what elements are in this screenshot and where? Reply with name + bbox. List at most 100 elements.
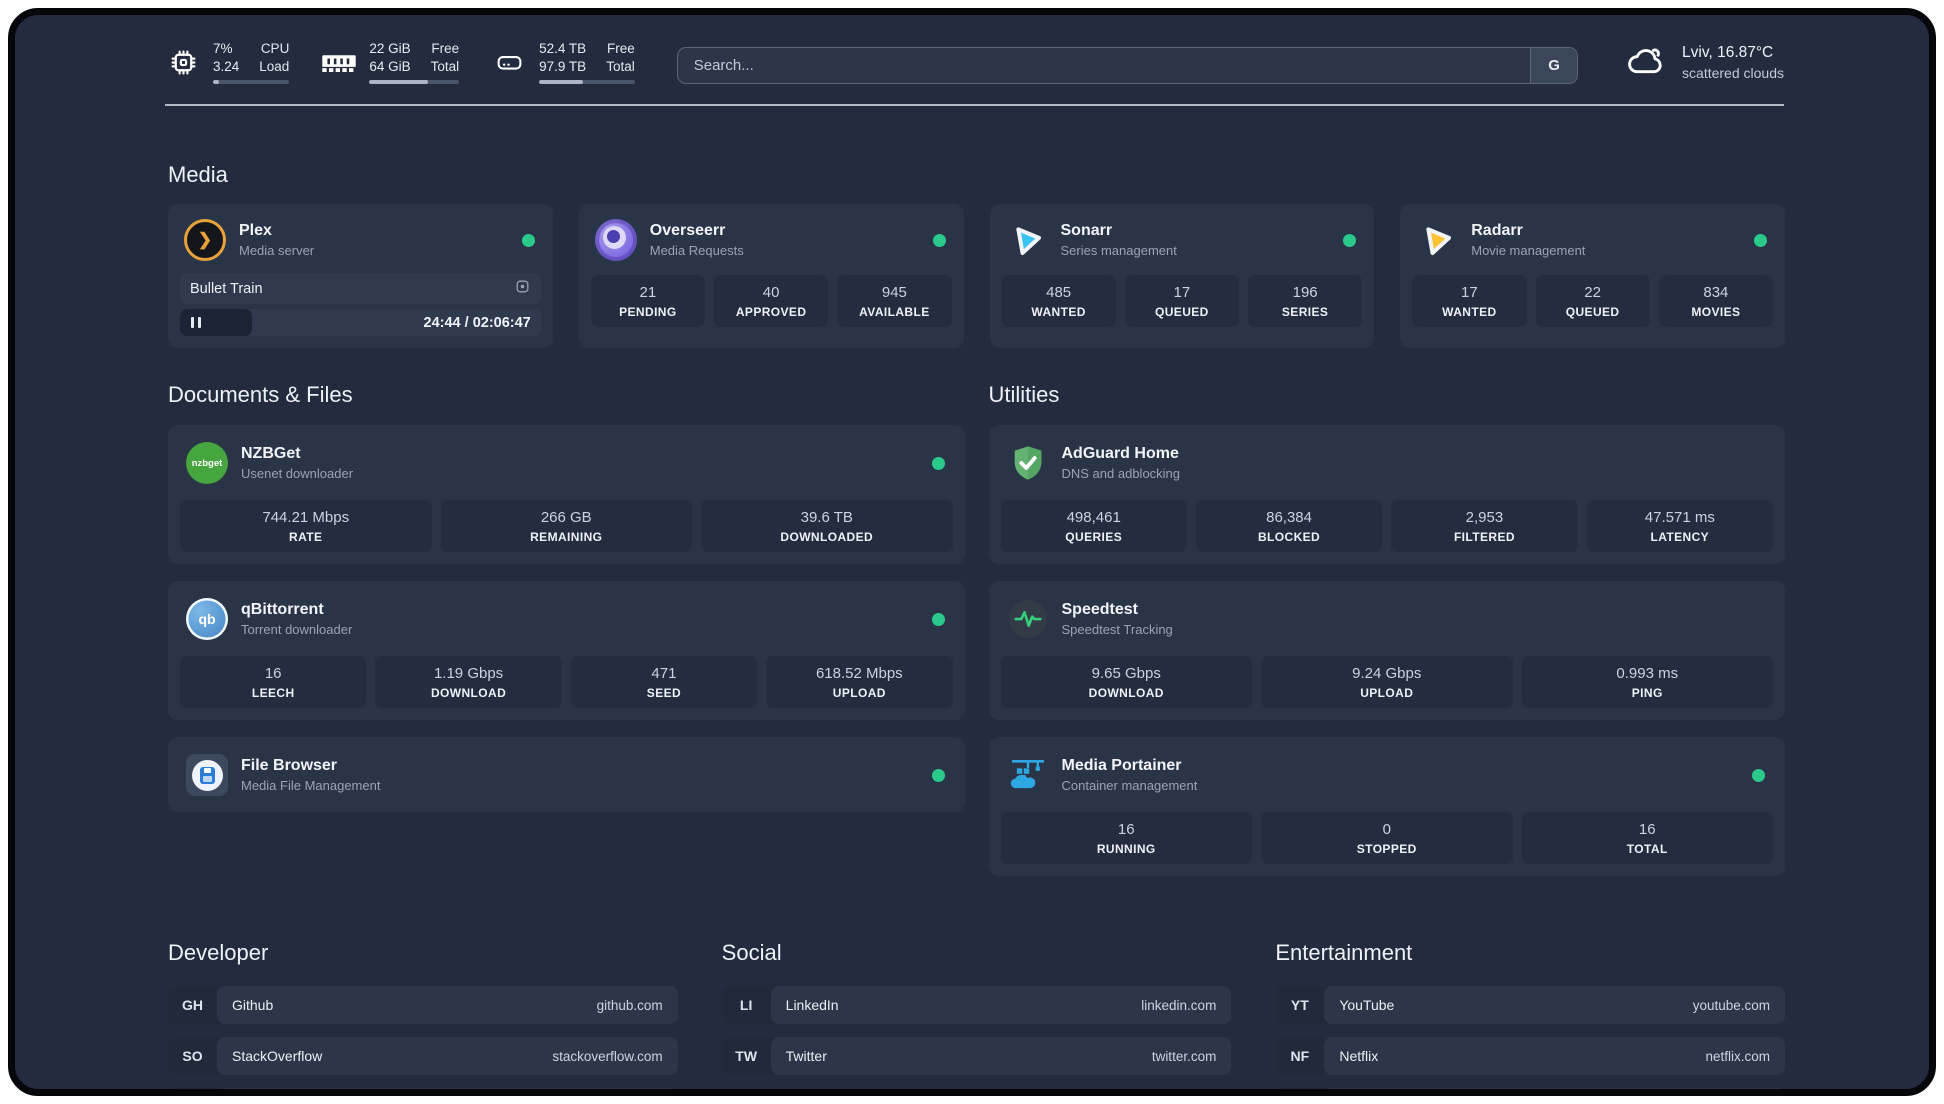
link-netflix[interactable]: NF Netflix netflix.com bbox=[1275, 1037, 1785, 1075]
overseerr-icon bbox=[594, 219, 637, 261]
stat-tile: 39.6 TB DOWNLOADED bbox=[701, 500, 953, 552]
app-name: Sonarr bbox=[1060, 222, 1113, 239]
weather-widget[interactable]: Lviv, 16.87°C scattered clouds bbox=[1624, 42, 1784, 83]
disk-icon bbox=[491, 48, 527, 77]
status-dot bbox=[932, 233, 946, 247]
qbittorrent-logo-text: qb bbox=[198, 611, 216, 627]
pause-icon[interactable] bbox=[191, 317, 201, 328]
social-links-section: Social LI LinkedIn linkedin.com TW Twitt… bbox=[721, 940, 1232, 1089]
app-description: Torrent downloader bbox=[241, 622, 353, 637]
status-dot bbox=[521, 233, 535, 247]
stat-tile: 2,953 FILTERED bbox=[1391, 500, 1578, 552]
status-dot bbox=[1754, 233, 1767, 247]
developer-section-title: Developer bbox=[168, 940, 269, 965]
link-tag: YT bbox=[1290, 997, 1309, 1013]
app-description: Series management bbox=[1060, 243, 1177, 258]
cast-icon[interactable] bbox=[514, 278, 531, 299]
utilities-section-title: Utilities bbox=[988, 382, 1060, 407]
portainer-card[interactable]: Media Portainer Container management 16 … bbox=[988, 737, 1785, 876]
app-name: Speedtest bbox=[1061, 601, 1138, 618]
link-tag: GH bbox=[182, 997, 203, 1013]
status-dot bbox=[1752, 768, 1765, 782]
link-name: LinkedIn bbox=[785, 997, 839, 1013]
search-input[interactable] bbox=[677, 48, 1531, 83]
app-description: Speedtest Tracking bbox=[1061, 622, 1173, 637]
header-divider bbox=[165, 104, 1784, 106]
social-section-title: Social bbox=[721, 940, 782, 965]
link-stackoverflow[interactable]: SO StackOverflow stackoverflow.com bbox=[168, 1037, 678, 1075]
disk-total-value: 97.9 TB bbox=[539, 59, 587, 74]
stat-tile: 471 SEED bbox=[570, 656, 758, 708]
disk-stat: 52.4 TB Free 97.9 TB Total bbox=[491, 41, 635, 84]
top-bar: 7% CPU 3.24 Load 22 GiB Free 64 GiB Tota… bbox=[15, 15, 1929, 84]
link-github[interactable]: GH Github github.com bbox=[168, 986, 678, 1024]
search-provider-button[interactable]: G bbox=[1530, 48, 1578, 83]
link-name: Twitter bbox=[785, 1048, 827, 1064]
cpu-icon bbox=[165, 47, 201, 78]
speedtest-icon bbox=[1007, 598, 1049, 640]
link-tag: SO bbox=[182, 1048, 203, 1064]
entertainment-section-title: Entertainment bbox=[1275, 940, 1413, 965]
memory-total-value: 64 GiB bbox=[369, 59, 411, 74]
memory-stat: 22 GiB Free 64 GiB Total bbox=[321, 41, 460, 84]
cpu-load-value: 3.24 bbox=[213, 59, 240, 74]
link-tag: NF bbox=[1290, 1048, 1310, 1064]
link-url: github.com bbox=[596, 997, 663, 1013]
app-description: Media server bbox=[239, 243, 315, 258]
status-dot bbox=[931, 456, 945, 470]
overseerr-card[interactable]: Overseerr Media Requests 21 PENDING 40 A… bbox=[578, 204, 964, 348]
app-description: DNS and adblocking bbox=[1061, 466, 1181, 481]
playback-progress-bar[interactable]: 24:44 / 02:06:47 bbox=[180, 309, 541, 336]
hardware-stats: 7% CPU 3.24 Load 22 GiB Free 64 GiB Tota… bbox=[165, 41, 635, 84]
app-name: Overseerr bbox=[649, 222, 726, 239]
filebrowser-card[interactable]: File Browser Media File Management bbox=[168, 737, 965, 812]
sonarr-card[interactable]: Sonarr Series management 485 WANTED 17 Q… bbox=[989, 204, 1375, 348]
nzbget-icon: nzbget bbox=[186, 442, 228, 484]
disk-free-label: Free bbox=[606, 41, 635, 57]
stat-tile: 266 GB REMAINING bbox=[440, 500, 692, 552]
qbittorrent-card[interactable]: qb qBittorrent Torrent downloader 16 LEE… bbox=[168, 581, 965, 720]
app-name: File Browser bbox=[241, 757, 338, 774]
stat-tile: 9.65 Gbps DOWNLOAD bbox=[1000, 656, 1252, 708]
link-name: Github bbox=[232, 997, 274, 1013]
nzbget-card[interactable]: nzbget NZBGet Usenet downloader 744.21 M… bbox=[168, 425, 965, 564]
stat-tile: 21 PENDING bbox=[590, 275, 705, 327]
stat-tile: 834 MOVIES bbox=[1658, 275, 1773, 327]
memory-free-value: 22 GiB bbox=[369, 41, 411, 57]
stat-tile: 16 RUNNING bbox=[1000, 812, 1252, 864]
sonarr-icon bbox=[1006, 219, 1048, 261]
link-reddit[interactable]: RE Reddit reddit.com bbox=[1275, 1088, 1785, 1089]
link-tag: TW bbox=[735, 1048, 758, 1064]
plex-now-playing: Bullet Train 24:44 / 02:06:47 bbox=[180, 273, 541, 336]
app-name: Media Portainer bbox=[1061, 757, 1182, 774]
adguard-card[interactable]: AdGuard Home DNS and adblocking 498,461 … bbox=[988, 425, 1785, 564]
link-twitter[interactable]: TW Twitter twitter.com bbox=[721, 1037, 1232, 1075]
memory-total-label: Total bbox=[430, 59, 460, 74]
link-linkedin[interactable]: LI LinkedIn linkedin.com bbox=[721, 986, 1232, 1024]
app-name: Plex bbox=[239, 222, 272, 239]
stat-tile: 498,461 QUERIES bbox=[1000, 500, 1187, 552]
cpu-stat: 7% CPU 3.24 Load bbox=[165, 41, 290, 84]
cloud-icon bbox=[1624, 42, 1668, 83]
stat-tile: 17 WANTED bbox=[1412, 275, 1527, 327]
plex-card[interactable]: ❯ Plex Media server Bullet Train 24:44 /… bbox=[168, 204, 553, 348]
cpu-usage-label: CPU bbox=[260, 41, 290, 57]
link-name: StackOverflow bbox=[232, 1048, 323, 1064]
stat-tile: 485 WANTED bbox=[1001, 275, 1116, 327]
dashboard-page: 7% CPU 3.24 Load 22 GiB Free 64 GiB Tota… bbox=[8, 8, 1936, 1096]
status-dot bbox=[931, 612, 945, 626]
link-youtube[interactable]: YT YouTube youtube.com bbox=[1275, 986, 1785, 1024]
link-url: linkedin.com bbox=[1141, 997, 1217, 1013]
speedtest-card[interactable]: Speedtest Speedtest Tracking 9.65 Gbps D… bbox=[988, 581, 1785, 720]
radarr-card[interactable]: Radarr Movie management 17 WANTED 22 QUE… bbox=[1400, 204, 1785, 348]
link-dev[interactable]: DT DEV dev.to bbox=[168, 1088, 678, 1089]
stat-tile: 47.571 ms LATENCY bbox=[1586, 500, 1773, 552]
app-description: Media Requests bbox=[649, 243, 744, 258]
utilities-section: Utilities AdGuard Home DNS and adblockin… bbox=[988, 382, 1785, 876]
plex-icon: ❯ bbox=[184, 219, 226, 261]
link-url: twitter.com bbox=[1151, 1048, 1217, 1064]
stat-tile: 945 AVAILABLE bbox=[837, 275, 952, 327]
memory-icon bbox=[321, 50, 357, 76]
media-section: Media ❯ Plex Media server Bullet Train 2… bbox=[168, 162, 1785, 348]
app-name: qBittorrent bbox=[241, 601, 324, 618]
